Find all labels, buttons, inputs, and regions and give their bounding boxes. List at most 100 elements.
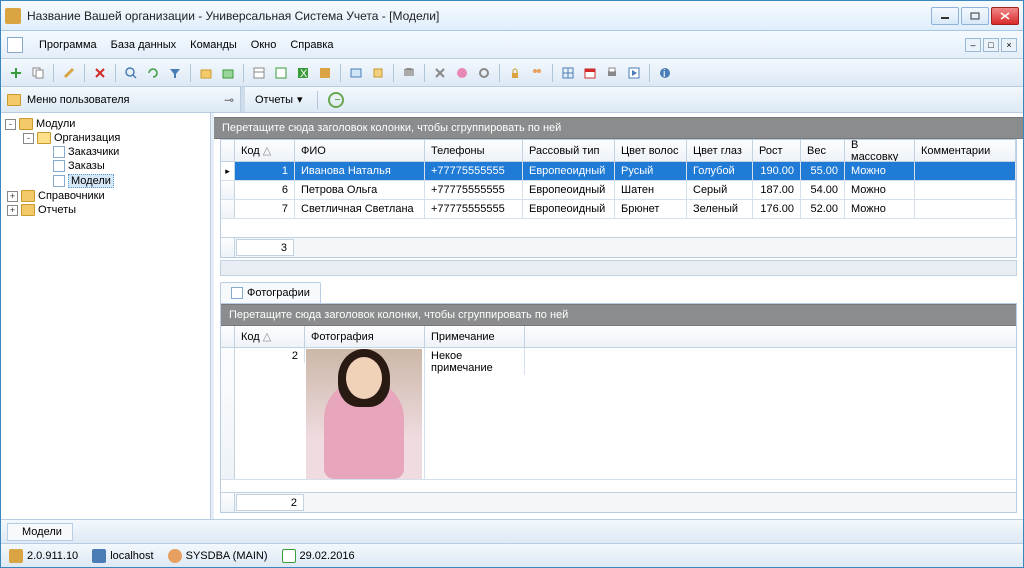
col-code[interactable]: Код △ <box>235 140 295 161</box>
tree-modules[interactable]: -Модули <box>5 117 208 131</box>
titlebar[interactable]: Название Вашей организации - Универсальн… <box>1 1 1023 31</box>
reports-dropdown[interactable]: Отчеты ▾ <box>251 91 307 108</box>
excel2-icon[interactable] <box>316 64 334 82</box>
tab-photos[interactable]: Фотографии <box>220 282 321 303</box>
lock-icon[interactable] <box>506 64 524 82</box>
export-icon[interactable] <box>197 64 215 82</box>
group-hint-photos[interactable]: Перетащите сюда заголовок колонки, чтобы… <box>221 304 1016 326</box>
window-icon[interactable] <box>347 64 365 82</box>
mdi-minimize-button[interactable]: ‒ <box>965 38 981 52</box>
gear-icon[interactable] <box>475 64 493 82</box>
col-race[interactable]: Рассовый тип <box>523 140 615 161</box>
svg-text:i: i <box>663 68 665 80</box>
users-icon[interactable] <box>528 64 546 82</box>
table-row[interactable]: 2 Некое примечание <box>221 348 1016 480</box>
pin-icon[interactable]: ⊸ <box>224 93 234 107</box>
col-hair[interactable]: Цвет волос <box>615 140 687 161</box>
mdi-restore-button[interactable]: □ <box>983 38 999 52</box>
document-icon[interactable] <box>7 37 23 53</box>
tree-refs[interactable]: +Справочники <box>7 189 208 203</box>
bottom-tab-models[interactable]: Модели <box>7 523 73 541</box>
app-window: Название Вашей организации - Универсальн… <box>0 0 1024 568</box>
user-icon <box>168 549 182 563</box>
minimize-button[interactable] <box>931 7 959 25</box>
close-button[interactable] <box>991 7 1019 25</box>
form-icon[interactable] <box>369 64 387 82</box>
window-title: Название Вашей организации - Универсальн… <box>27 9 931 23</box>
main-toolbar: X i <box>1 59 1023 87</box>
import-icon[interactable] <box>219 64 237 82</box>
col-comments[interactable]: Комментарии <box>915 140 1016 161</box>
tree-orders[interactable]: Заказы <box>53 159 208 173</box>
add-icon[interactable] <box>7 64 25 82</box>
tree-organization[interactable]: -Организация <box>23 131 208 145</box>
menu-database[interactable]: База данных <box>111 39 177 51</box>
status-user: SYSDBA (MAIN) <box>186 550 268 562</box>
svg-text:X: X <box>300 68 308 80</box>
col-height[interactable]: Рост <box>753 140 801 161</box>
bottom-tabstrip: Модели <box>1 519 1023 543</box>
copy-icon[interactable] <box>29 64 47 82</box>
calendar-icon <box>282 549 296 563</box>
h-scrollbar[interactable] <box>220 260 1017 276</box>
mdi-close-button[interactable]: × <box>1001 38 1017 52</box>
status-host: localhost <box>110 550 153 562</box>
table-row[interactable]: ▸ 1 Иванова Наталья +77775555555 Европео… <box>221 162 1016 181</box>
col-phones[interactable]: Телефоны <box>425 140 523 161</box>
col2-note[interactable]: Примечание <box>425 326 525 347</box>
palette-icon[interactable] <box>453 64 471 82</box>
host-icon <box>92 549 106 563</box>
info-icon[interactable]: i <box>656 64 674 82</box>
db-icon[interactable] <box>400 64 418 82</box>
search-icon[interactable] <box>122 64 140 82</box>
play-icon[interactable] <box>625 64 643 82</box>
version-icon <box>9 549 23 563</box>
excel-icon[interactable]: X <box>294 64 312 82</box>
menu-help[interactable]: Справка <box>290 39 333 51</box>
tools-icon[interactable] <box>431 64 449 82</box>
refresh-icon[interactable] <box>144 64 162 82</box>
chevron-down-icon: ▾ <box>297 93 303 106</box>
col-weight[interactable]: Вес <box>801 140 845 161</box>
grid-icon[interactable] <box>559 64 577 82</box>
tree-panel: -Модули -Организация Заказчики Заказы Мо… <box>1 113 211 519</box>
table-row[interactable]: 7 Светличная Светлана +77775555555 Европ… <box>221 200 1016 219</box>
menu-program[interactable]: Программа <box>39 39 97 51</box>
status-date: 29.02.2016 <box>300 550 355 562</box>
main-grid: Код △ ФИО Телефоны Рассовый тип Цвет вол… <box>220 139 1017 258</box>
col2-code[interactable]: Код △ <box>235 326 305 347</box>
delete-icon[interactable] <box>91 64 109 82</box>
edit-icon[interactable] <box>60 64 78 82</box>
tree-reports[interactable]: +Отчеты <box>7 203 208 217</box>
user-menu-label: Меню пользователя <box>27 94 129 106</box>
calendar-icon[interactable] <box>581 64 599 82</box>
status-version: 2.0.911.10 <box>27 550 78 562</box>
col-eyes[interactable]: Цвет глаз <box>687 140 753 161</box>
grid-footer: 3 <box>221 237 1016 257</box>
sub-toolbar: Меню пользователя ⊸ Отчеты ▾ <box>1 87 1023 113</box>
menubar: Программа База данных Команды Окно Справ… <box>1 31 1023 59</box>
col-mass[interactable]: В массовку <box>845 140 915 161</box>
menu-window[interactable]: Окно <box>251 39 277 51</box>
maximize-button[interactable] <box>961 7 989 25</box>
photos-grid-footer: 2 <box>221 492 1016 512</box>
filter-icon[interactable] <box>166 64 184 82</box>
app-icon <box>5 8 21 24</box>
table-row[interactable]: 6 Петрова Ольга +77775555555 Европеоидны… <box>221 181 1016 200</box>
col2-photo[interactable]: Фотография <box>305 326 425 347</box>
group-hint-main[interactable]: Перетащите сюда заголовок колонки, чтобы… <box>214 117 1023 139</box>
clock-icon[interactable] <box>328 92 344 108</box>
col-fio[interactable]: ФИО <box>295 140 425 161</box>
tree-customers[interactable]: Заказчики <box>53 145 208 159</box>
table-icon[interactable] <box>250 64 268 82</box>
photos-panel: Перетащите сюда заголовок колонки, чтобы… <box>220 303 1017 513</box>
sort-asc-icon: △ <box>263 144 271 157</box>
document-icon <box>231 287 243 299</box>
photos-grid: Код △ Фотография Примечание 2 Некое прим… <box>221 326 1016 512</box>
print-icon[interactable] <box>603 64 621 82</box>
folder-icon <box>7 94 21 106</box>
photo-cell <box>305 348 425 480</box>
tree-models[interactable]: Модели <box>53 173 208 189</box>
table2-icon[interactable] <box>272 64 290 82</box>
menu-commands[interactable]: Команды <box>190 39 237 51</box>
